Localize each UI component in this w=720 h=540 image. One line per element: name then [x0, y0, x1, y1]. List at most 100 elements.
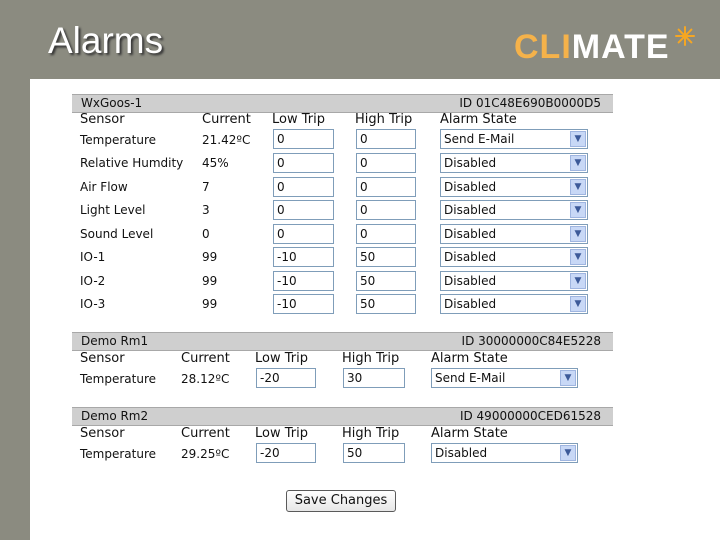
- high-trip-input[interactable]: 50: [356, 247, 416, 267]
- logo-part-1: CLI: [514, 28, 572, 66]
- save-changes-button[interactable]: Save Changes: [286, 490, 396, 512]
- sensor-name: Air Flow: [80, 180, 128, 194]
- chevron-down-icon[interactable]: ▼: [570, 202, 586, 218]
- alarm-state-select[interactable]: Disabled ▼: [440, 200, 588, 220]
- alarm-state-value: Disabled: [444, 297, 497, 311]
- sensor-name: IO-1: [80, 250, 106, 264]
- alarm-state-select[interactable]: Disabled ▼: [440, 294, 588, 314]
- chevron-down-icon[interactable]: ▼: [570, 249, 586, 265]
- low-trip-input[interactable]: 0: [273, 200, 334, 220]
- current-value: 3: [202, 203, 210, 217]
- high-trip-input[interactable]: 0: [356, 224, 416, 244]
- high-trip-input[interactable]: 0: [356, 153, 416, 173]
- table-row: IO-3 99 -10 50 Disabled ▼: [72, 293, 613, 315]
- table-row: Temperature 21.42ºC 0 0 Send E-Mail ▼: [72, 128, 613, 150]
- table-row: Sound Level 0 0 0 Disabled ▼: [72, 223, 613, 245]
- col-sensor: Sensor: [80, 351, 125, 366]
- section-header: Demo Rm1 ID 30000000C84E5228: [72, 332, 613, 351]
- star-icon: [675, 26, 695, 46]
- chevron-down-icon[interactable]: ▼: [560, 445, 576, 461]
- section-id: ID 30000000C84E5228: [461, 334, 601, 348]
- section-name: Demo Rm2: [81, 409, 149, 423]
- low-trip-input[interactable]: 0: [273, 177, 334, 197]
- table-row: Light Level 3 0 0 Disabled ▼: [72, 199, 613, 221]
- chevron-down-icon[interactable]: ▼: [570, 179, 586, 195]
- col-alarm-state: Alarm State: [431, 351, 508, 366]
- col-current: Current: [202, 112, 251, 127]
- alarm-state-value: Disabled: [444, 227, 497, 241]
- alarm-state-value: Disabled: [444, 274, 497, 288]
- col-sensor: Sensor: [80, 426, 125, 441]
- alarm-state-select[interactable]: Disabled ▼: [440, 153, 588, 173]
- col-low-trip: Low Trip: [255, 426, 308, 441]
- chevron-down-icon[interactable]: ▼: [560, 370, 576, 386]
- alarm-state-select[interactable]: Disabled ▼: [440, 247, 588, 267]
- col-high-trip: High Trip: [342, 426, 400, 441]
- alarm-state-value: Disabled: [444, 156, 497, 170]
- alarm-state-select[interactable]: Disabled ▼: [440, 224, 588, 244]
- sensor-name: Light Level: [80, 203, 146, 217]
- sensor-name: Temperature: [80, 447, 157, 461]
- col-current: Current: [181, 426, 230, 441]
- current-value: 99: [202, 250, 218, 264]
- chevron-down-icon[interactable]: ▼: [570, 226, 586, 242]
- low-trip-input[interactable]: 0: [273, 224, 334, 244]
- high-trip-input[interactable]: 0: [356, 200, 416, 220]
- section-header: Demo Rm2 ID 49000000CED61528: [72, 407, 613, 426]
- logo-part-2: MATE: [571, 28, 670, 66]
- alarm-state-value: Disabled: [444, 203, 497, 217]
- alarm-state-value: Send E-Mail: [444, 132, 515, 146]
- current-value: 99: [202, 297, 218, 311]
- low-trip-input[interactable]: -20: [256, 368, 316, 388]
- col-alarm-state: Alarm State: [440, 112, 517, 127]
- alarm-state-value: Disabled: [444, 180, 497, 194]
- low-trip-input[interactable]: -10: [273, 271, 334, 291]
- high-trip-input[interactable]: 50: [343, 443, 405, 463]
- section-header: WxGoos-1 ID 01C48E690B0000D5: [72, 94, 613, 113]
- section-id: ID 49000000CED61528: [459, 409, 601, 423]
- table-row: IO-1 99 -10 50 Disabled ▼: [72, 246, 613, 268]
- high-trip-input[interactable]: 0: [356, 177, 416, 197]
- low-trip-input[interactable]: -10: [273, 294, 334, 314]
- high-trip-input[interactable]: 30: [343, 368, 405, 388]
- alarm-state-value: Disabled: [435, 446, 488, 460]
- alarm-state-select[interactable]: Disabled ▼: [440, 271, 588, 291]
- low-trip-input[interactable]: -10: [273, 247, 334, 267]
- sensor-name: IO-2: [80, 274, 106, 288]
- section-name: WxGoos-1: [81, 96, 143, 110]
- col-high-trip: High Trip: [342, 351, 400, 366]
- sensor-name: Temperature: [80, 133, 157, 147]
- high-trip-input[interactable]: 50: [356, 271, 416, 291]
- section-demo-rm1: Demo Rm1 ID 30000000C84E5228 Sensor Curr…: [72, 332, 613, 392]
- high-trip-input[interactable]: 0: [356, 129, 416, 149]
- col-low-trip: Low Trip: [272, 112, 325, 127]
- table-row: Temperature 28.12ºC -20 30 Send E-Mail ▼: [72, 367, 613, 389]
- high-trip-input[interactable]: 50: [356, 294, 416, 314]
- table-row: IO-2 99 -10 50 Disabled ▼: [72, 270, 613, 292]
- chevron-down-icon[interactable]: ▼: [570, 273, 586, 289]
- current-value: 28.12ºC: [181, 372, 230, 386]
- sensor-name: Sound Level: [80, 227, 154, 241]
- alarm-state-select[interactable]: Disabled ▼: [440, 177, 588, 197]
- chevron-down-icon[interactable]: ▼: [570, 131, 586, 147]
- col-low-trip: Low Trip: [255, 351, 308, 366]
- current-value: 21.42ºC: [202, 133, 251, 147]
- alarm-state-value: Send E-Mail: [435, 371, 506, 385]
- alarm-state-select[interactable]: Send E-Mail ▼: [440, 129, 588, 149]
- current-value: 45%: [202, 156, 229, 170]
- section-id: ID 01C48E690B0000D5: [459, 96, 601, 110]
- table-row: Relative Humdity 45% 0 0 Disabled ▼: [72, 152, 613, 174]
- low-trip-input[interactable]: 0: [273, 129, 334, 149]
- chevron-down-icon[interactable]: ▼: [570, 155, 586, 171]
- chevron-down-icon[interactable]: ▼: [570, 296, 586, 312]
- section-wxgoos: WxGoos-1 ID 01C48E690B0000D5 Sensor Curr…: [72, 94, 613, 318]
- alarm-state-value: Disabled: [444, 250, 497, 264]
- alarm-state-select[interactable]: Disabled ▼: [431, 443, 578, 463]
- col-sensor: Sensor: [80, 112, 125, 127]
- low-trip-input[interactable]: 0: [273, 153, 334, 173]
- alarm-state-select[interactable]: Send E-Mail ▼: [431, 368, 578, 388]
- col-current: Current: [181, 351, 230, 366]
- low-trip-input[interactable]: -20: [256, 443, 316, 463]
- table-row: Air Flow 7 0 0 Disabled ▼: [72, 176, 613, 198]
- slide-title: Alarms: [48, 20, 164, 61]
